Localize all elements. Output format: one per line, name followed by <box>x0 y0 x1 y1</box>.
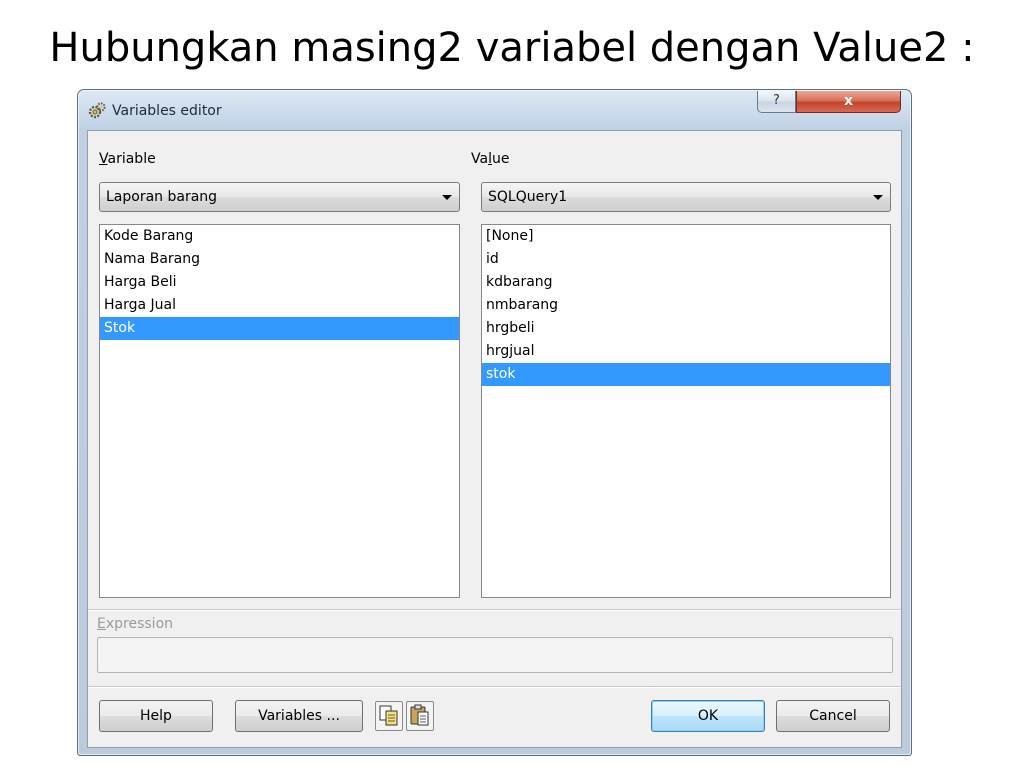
value-list-item[interactable]: hrgjual <box>482 340 890 363</box>
value-label: Value <box>471 151 510 167</box>
variable-combo[interactable]: Laporan barang <box>99 182 460 212</box>
title-bar[interactable]: Variables editor ? x <box>78 90 911 130</box>
variable-list-item[interactable]: Kode Barang <box>100 225 459 248</box>
cancel-button[interactable]: Cancel <box>776 700 890 732</box>
paste-button[interactable] <box>406 701 434 731</box>
help-button[interactable]: Help <box>99 700 213 732</box>
copy-button[interactable] <box>375 701 403 731</box>
value-list-item[interactable]: [None] <box>482 225 890 248</box>
variable-list-item[interactable]: Harga Beli <box>100 271 459 294</box>
variable-list[interactable]: Kode Barang Nama Barang Harga Beli Harga… <box>99 224 460 598</box>
variable-list-item-selected[interactable]: Stok <box>100 317 459 340</box>
value-list-item[interactable]: kdbarang <box>482 271 890 294</box>
ok-button[interactable]: OK <box>651 700 765 732</box>
expression-field[interactable] <box>97 637 893 673</box>
dialog-client-area: Variable Laporan barang Kode Barang Nama… <box>87 130 902 748</box>
value-list[interactable]: [None] id kdbarang nmbarang hrgbeli hrgj… <box>481 224 891 598</box>
variable-list-item[interactable]: Harga Jual <box>100 294 459 317</box>
variables-button[interactable]: Variables ... <box>235 700 363 732</box>
paste-icon <box>410 704 429 726</box>
variables-editor-dialog: Variables editor ? x Variable Laporan ba… <box>77 89 912 756</box>
variable-list-item[interactable]: Nama Barang <box>100 248 459 271</box>
gear-icon <box>88 102 106 119</box>
title-help-button[interactable]: ? <box>757 91 796 113</box>
close-icon: x <box>843 93 854 109</box>
variable-label: Variable <box>99 151 156 167</box>
value-list-item[interactable]: hrgbeli <box>482 317 890 340</box>
value-list-item-selected[interactable]: stok <box>482 363 890 386</box>
value-list-item[interactable]: nmbarang <box>482 294 890 317</box>
divider <box>88 686 901 688</box>
chevron-down-icon <box>442 195 452 200</box>
title-close-button[interactable]: x <box>796 91 901 113</box>
help-icon: ? <box>773 93 780 108</box>
value-combo-value: SQLQuery1 <box>488 189 568 205</box>
value-combo[interactable]: SQLQuery1 <box>481 182 891 212</box>
variable-combo-value: Laporan barang <box>106 189 218 205</box>
slide-title: Hubungkan masing2 variabel dengan Value2… <box>49 25 975 71</box>
expression-label: Expression <box>97 616 174 632</box>
chevron-down-icon <box>873 195 883 200</box>
value-list-item[interactable]: id <box>482 248 890 271</box>
window-title: Variables editor <box>112 103 222 119</box>
copy-icon <box>379 705 398 726</box>
divider <box>88 609 901 611</box>
